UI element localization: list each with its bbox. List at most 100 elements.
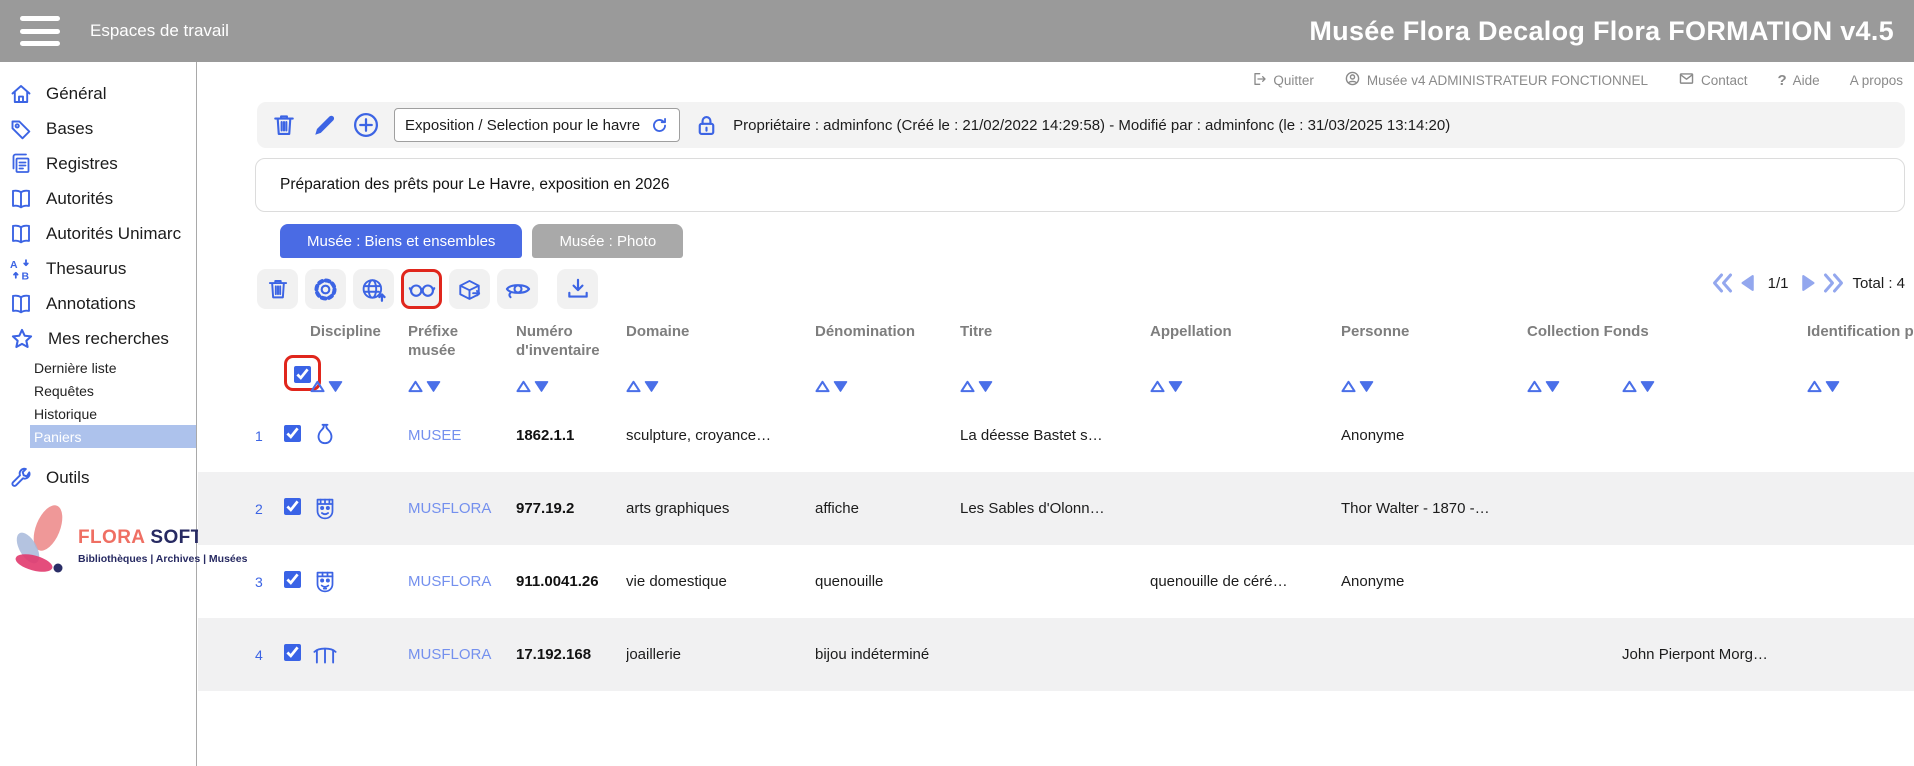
sidebar-item-thesaurus[interactable]: AB Thesaurus <box>0 251 196 286</box>
row-index[interactable]: 4 <box>255 647 284 663</box>
wrench-icon <box>9 466 33 490</box>
denomination: quenouille <box>815 573 960 590</box>
plus-circle-icon <box>351 110 381 140</box>
sort-arrows[interactable] <box>960 380 1140 393</box>
eye-icon <box>504 275 532 303</box>
prefixe-link[interactable]: MUSFLORA <box>408 500 516 517</box>
web-publish-button[interactable] <box>353 269 394 309</box>
table-row[interactable]: 3 MUSFLORA 911.0041.26 vie domestique qu… <box>198 545 1914 618</box>
column-header-personne: Personne <box>1341 317 1527 399</box>
sort-arrows[interactable] <box>1807 380 1914 393</box>
prefixe-link[interactable]: MUSFLORA <box>408 573 516 590</box>
prefixe-link[interactable]: MUSFLORA <box>408 646 516 663</box>
row-index[interactable]: 1 <box>255 428 284 444</box>
lock-icon[interactable] <box>693 112 720 139</box>
sidebar-item-label: Bases <box>46 119 93 139</box>
preview-eye-button[interactable] <box>497 269 538 309</box>
total-count: Total : 4 <box>1852 275 1905 292</box>
domaine: joaillerie <box>626 646 815 663</box>
subitem-label: Requêtes <box>34 383 94 399</box>
row-checkbox[interactable] <box>284 571 301 588</box>
titre: Les Sables d'Olonn… <box>960 500 1150 517</box>
sort-arrows[interactable] <box>815 380 950 393</box>
mask-icon <box>310 567 408 597</box>
sidebar-item-autorites-unimarc[interactable]: Autorités Unimarc <box>0 216 196 251</box>
numero-inventaire: 911.0041.26 <box>516 573 626 590</box>
tag-icon <box>9 117 33 141</box>
sidebar-item-mes-recherches[interactable]: Mes recherches <box>0 321 196 356</box>
open-book-icon <box>9 222 33 246</box>
sidebar-subitem-requetes[interactable]: Requêtes <box>0 379 196 402</box>
sort-arrows[interactable] <box>626 380 805 393</box>
sort-arrows[interactable] <box>1150 380 1331 393</box>
tab-musee-biens-et-ensembles[interactable]: Musée : Biens et ensembles <box>280 224 522 258</box>
row-index[interactable]: 2 <box>255 501 284 517</box>
numero-inventaire: 17.192.168 <box>516 646 626 663</box>
select-all-checkbox[interactable] <box>294 366 311 383</box>
row-checkbox[interactable] <box>284 425 301 442</box>
delete-basket-button[interactable] <box>270 111 298 139</box>
open-book-icon <box>9 187 33 211</box>
glasses-icon <box>408 275 436 303</box>
tab-label: Musée : Biens et ensembles <box>307 233 495 250</box>
previous-page-button[interactable] <box>1738 272 1760 294</box>
tab-musee-photo[interactable]: Musée : Photo <box>532 224 683 258</box>
quitter-link[interactable]: Quitter <box>1251 71 1314 90</box>
last-page-button[interactable] <box>1821 271 1845 295</box>
sidebar-item-annotations[interactable]: Annotations <box>0 286 196 321</box>
sort-arrows[interactable] <box>1341 380 1517 393</box>
question-mark-icon: ? <box>1778 72 1787 89</box>
next-page-button[interactable] <box>1796 272 1818 294</box>
contact-link[interactable]: Contact <box>1678 70 1748 90</box>
sort-arrows-fonds[interactable] <box>1622 380 1807 393</box>
apropos-link[interactable]: A propos <box>1850 73 1903 88</box>
gear-icon <box>312 276 339 303</box>
workspaces-label[interactable]: Espaces de travail <box>90 21 229 41</box>
row-checkbox[interactable] <box>284 644 301 661</box>
trash-icon <box>265 276 291 302</box>
edit-basket-button[interactable] <box>311 112 338 139</box>
table-row[interactable]: 1 MUSEE 1862.1.1 sculpture, croyance… La… <box>198 399 1914 472</box>
sort-arrows-collection[interactable] <box>1527 380 1622 393</box>
aide-label: Aide <box>1793 73 1820 88</box>
download-button[interactable] <box>557 269 598 309</box>
sidebar-item-outils[interactable]: Outils <box>0 460 196 495</box>
column-header-identification-parent: Identification parent <box>1807 317 1914 399</box>
sort-arrows[interactable] <box>516 380 616 393</box>
settings-button[interactable] <box>305 269 346 309</box>
aide-link[interactable]: ? Aide <box>1778 72 1820 89</box>
domaine: vie domestique <box>626 573 815 590</box>
view-glasses-button[interactable] <box>401 269 442 309</box>
user-account-link[interactable]: Musée v4 ADMINISTRATEUR FONCTIONNEL <box>1344 70 1648 90</box>
dispatch-box-button[interactable] <box>449 269 490 309</box>
refresh-icon[interactable] <box>650 116 669 135</box>
sidebar-item-registres[interactable]: Registres <box>0 146 196 181</box>
sidebar-item-label: Général <box>46 84 106 104</box>
sidebar: Général Bases Registres Autorités Autori… <box>0 62 197 766</box>
hamburger-menu-icon[interactable] <box>20 16 60 46</box>
basket-description-field[interactable]: Préparation des prêts pour Le Havre, exp… <box>255 158 1905 212</box>
sidebar-subitem-derniere-liste[interactable]: Dernière liste <box>0 356 196 379</box>
prefixe-link[interactable]: MUSEE <box>408 427 516 444</box>
row-index[interactable]: 3 <box>255 574 284 590</box>
sort-arrows[interactable] <box>310 380 398 393</box>
open-book-icon <box>9 292 33 316</box>
table-row[interactable]: 2 MUSFLORA 977.19.2 arts graphiques affi… <box>198 472 1914 545</box>
svg-text:A: A <box>10 259 18 271</box>
sidebar-item-label: Registres <box>46 154 118 174</box>
row-checkbox[interactable] <box>284 498 301 515</box>
add-basket-button[interactable] <box>351 110 381 140</box>
sidebar-item-label: Annotations <box>46 294 136 314</box>
first-page-button[interactable] <box>1711 271 1735 295</box>
sidebar-subitem-paniers[interactable]: Paniers <box>30 425 196 448</box>
sidebar-item-bases[interactable]: Bases <box>0 111 196 146</box>
sort-arrows[interactable] <box>408 380 506 393</box>
sidebar-item-general[interactable]: Général <box>0 76 196 111</box>
basket-selector[interactable]: Exposition / Selection pour le havre <box>394 108 680 142</box>
results-table: Discipline Préfixe musée Numéro d'invent… <box>198 317 1914 691</box>
remove-from-basket-button[interactable] <box>257 269 298 309</box>
sidebar-subitem-historique[interactable]: Historique <box>0 402 196 425</box>
table-row[interactable]: 4 MUSFLORA 17.192.168 joaillerie bijou i… <box>198 618 1914 691</box>
sidebar-item-autorites[interactable]: Autorités <box>0 181 196 216</box>
numero-inventaire: 1862.1.1 <box>516 427 626 444</box>
